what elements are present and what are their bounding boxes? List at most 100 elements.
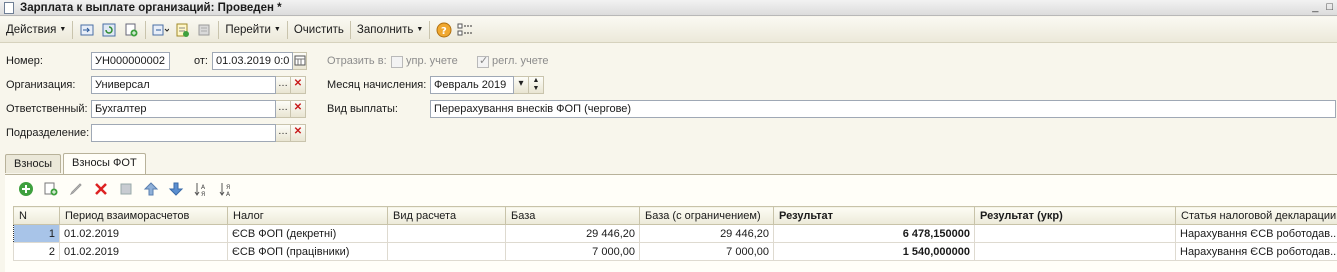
maximize-button[interactable]: □ [1326,1,1333,13]
svg-text:A: A [226,191,231,197]
department-label: Подразделение: [6,127,90,139]
contributions-table: N Период взаиморасчетов Налог Вид расчет… [13,206,1337,261]
accrual-month-dropdown[interactable]: ▾ [514,76,529,94]
cell-declaration-item[interactable]: Нарахування ЄСВ роботодав... [1175,224,1337,243]
minimize-button[interactable]: _ [1312,1,1318,13]
cell-tax[interactable]: ЄСВ ФОП (працівники) [227,242,388,261]
calendar-button[interactable] [293,52,307,70]
cell-tax[interactable]: ЄСВ ФОП (декретні) [227,224,388,243]
column-header-result[interactable]: Результат [773,206,975,225]
window-title: Зарплата к выплате организаций: Проведен… [20,1,282,14]
column-header-tax[interactable]: Налог [227,206,388,225]
svg-text:A: A [201,184,206,191]
main-toolbar: Действия ▼ Перейти ▼ Очистить Заполнить ▼ ? [0,17,1337,43]
post-and-close-icon[interactable] [78,21,96,39]
column-header-calc-type[interactable]: Вид расчета [387,206,506,225]
table-row[interactable]: 2 01.02.2019 ЄСВ ФОП (працівники) 7 000,… [13,242,1337,261]
number-field[interactable]: УН000000002 [91,52,170,70]
list-settings-icon[interactable] [457,21,475,39]
cell-period[interactable]: 01.02.2019 [59,224,228,243]
column-header-base[interactable]: База [505,206,640,225]
cell-base[interactable]: 7 000,00 [505,242,640,261]
department-clear-button[interactable]: ✕ [291,124,306,142]
cell-result[interactable]: 6 478,150000 [773,224,975,243]
column-header-base-limited[interactable]: База (с ограничением) [639,206,774,225]
structure-icon[interactable] [151,21,170,39]
responsible-field[interactable]: Бухгалтер [91,100,276,118]
accrual-month-label: Месяц начисления: [327,79,427,91]
reg-accounting-label: регл. учете [492,55,549,67]
reflect-label: Отразить в: [327,55,387,67]
actions-label: Действия [6,23,57,36]
movements-icon[interactable] [173,21,191,39]
responsible-clear-button[interactable]: ✕ [291,100,306,118]
delete-row-icon[interactable] [92,180,110,198]
cell-result[interactable]: 1 540,000000 [773,242,975,261]
fill-menu[interactable]: Заполнить ▼ [354,20,426,40]
edit-row-icon[interactable] [67,180,85,198]
payment-type-field[interactable]: Перерахування внесків ФОП (чергове) [430,100,1336,118]
toolbar-separator [218,20,220,39]
cell-calc-type[interactable] [387,242,506,261]
cell-base[interactable]: 29 446,20 [505,224,640,243]
save-icon[interactable] [100,21,118,39]
calendar-icon [294,55,305,66]
date-field[interactable]: 01.03.2019 0:0 [212,52,293,70]
cell-n[interactable]: 1 [13,224,60,243]
clear-button[interactable]: Очистить [291,20,347,40]
actions-menu[interactable]: Действия ▼ [3,20,69,40]
window-titlebar: Зарплата к выплате организаций: Проведен… [0,0,1337,16]
responsible-select-button[interactable]: … [276,100,291,118]
cell-base-limited[interactable]: 7 000,00 [639,242,774,261]
add-row-icon[interactable] [17,180,35,198]
goto-menu[interactable]: Перейти ▼ [222,20,284,40]
end-editing-icon[interactable] [117,180,135,198]
sort-descending-icon[interactable]: ЯA [217,180,235,198]
organization-clear-button[interactable]: ✕ [291,76,306,94]
toolbar-separator [349,20,351,39]
table-row[interactable]: 1 01.02.2019 ЄСВ ФОП (декретні) 29 446,2… [13,224,1337,243]
toolbar-separator [72,20,74,39]
cell-period[interactable]: 01.02.2019 [59,242,228,261]
column-header-n[interactable]: N [13,206,60,225]
column-header-declaration-item[interactable]: Статья налоговой декларации [1175,206,1337,225]
organization-field[interactable]: Универсал [91,76,276,94]
chevron-down-icon: ▾ [518,78,524,89]
cell-result-ukr[interactable] [974,224,1176,243]
dropdown-arrow-icon: ▼ [416,26,424,33]
toolbar-separator [145,20,147,39]
cell-result-ukr[interactable] [974,242,1176,261]
cell-base-limited[interactable]: 29 446,20 [639,224,774,243]
move-up-icon[interactable] [142,180,160,198]
responsible-label: Ответственный: [6,103,88,115]
help-icon[interactable]: ? [435,21,453,39]
department-field[interactable] [91,124,276,142]
mgmt-accounting-checkbox[interactable] [391,56,403,68]
clear-label: Очистить [293,23,344,36]
cell-calc-type[interactable] [387,224,506,243]
cell-declaration-item[interactable]: Нарахування ЄСВ роботодав... [1175,242,1337,261]
copy-row-icon[interactable] [42,180,60,198]
tab-payroll-contributions[interactable]: Взносы ФОТ [62,153,146,174]
column-header-result-ukr[interactable]: Результат (укр) [974,206,1176,225]
tabs-bar: Взносы Взносы ФОТ [5,153,148,174]
sort-ascending-icon[interactable]: AЯ [192,180,210,198]
copy-document-icon[interactable] [122,21,140,39]
mgmt-accounting-label: упр. учете [406,55,458,67]
stepper-up-icon: ▲ [532,77,540,84]
move-down-icon[interactable] [167,180,185,198]
toolbar-separator [286,20,288,39]
number-label: Номер: [6,55,43,67]
accrual-month-field[interactable]: Февраль 2019 [430,76,514,94]
date-label: от: [194,55,208,67]
tab-contributions[interactable]: Взносы [5,154,61,173]
cell-n[interactable]: 2 [13,242,60,261]
accrual-month-stepper[interactable]: ▲ ▼ [529,76,544,94]
department-select-button[interactable]: … [276,124,291,142]
reg-accounting-checkbox[interactable] [477,54,489,68]
print-icon[interactable] [195,21,213,39]
column-header-period[interactable]: Период взаиморасчетов [59,206,228,225]
organization-select-button[interactable]: … [276,76,291,94]
document-icon [4,1,14,14]
organization-label: Организация: [6,79,76,91]
